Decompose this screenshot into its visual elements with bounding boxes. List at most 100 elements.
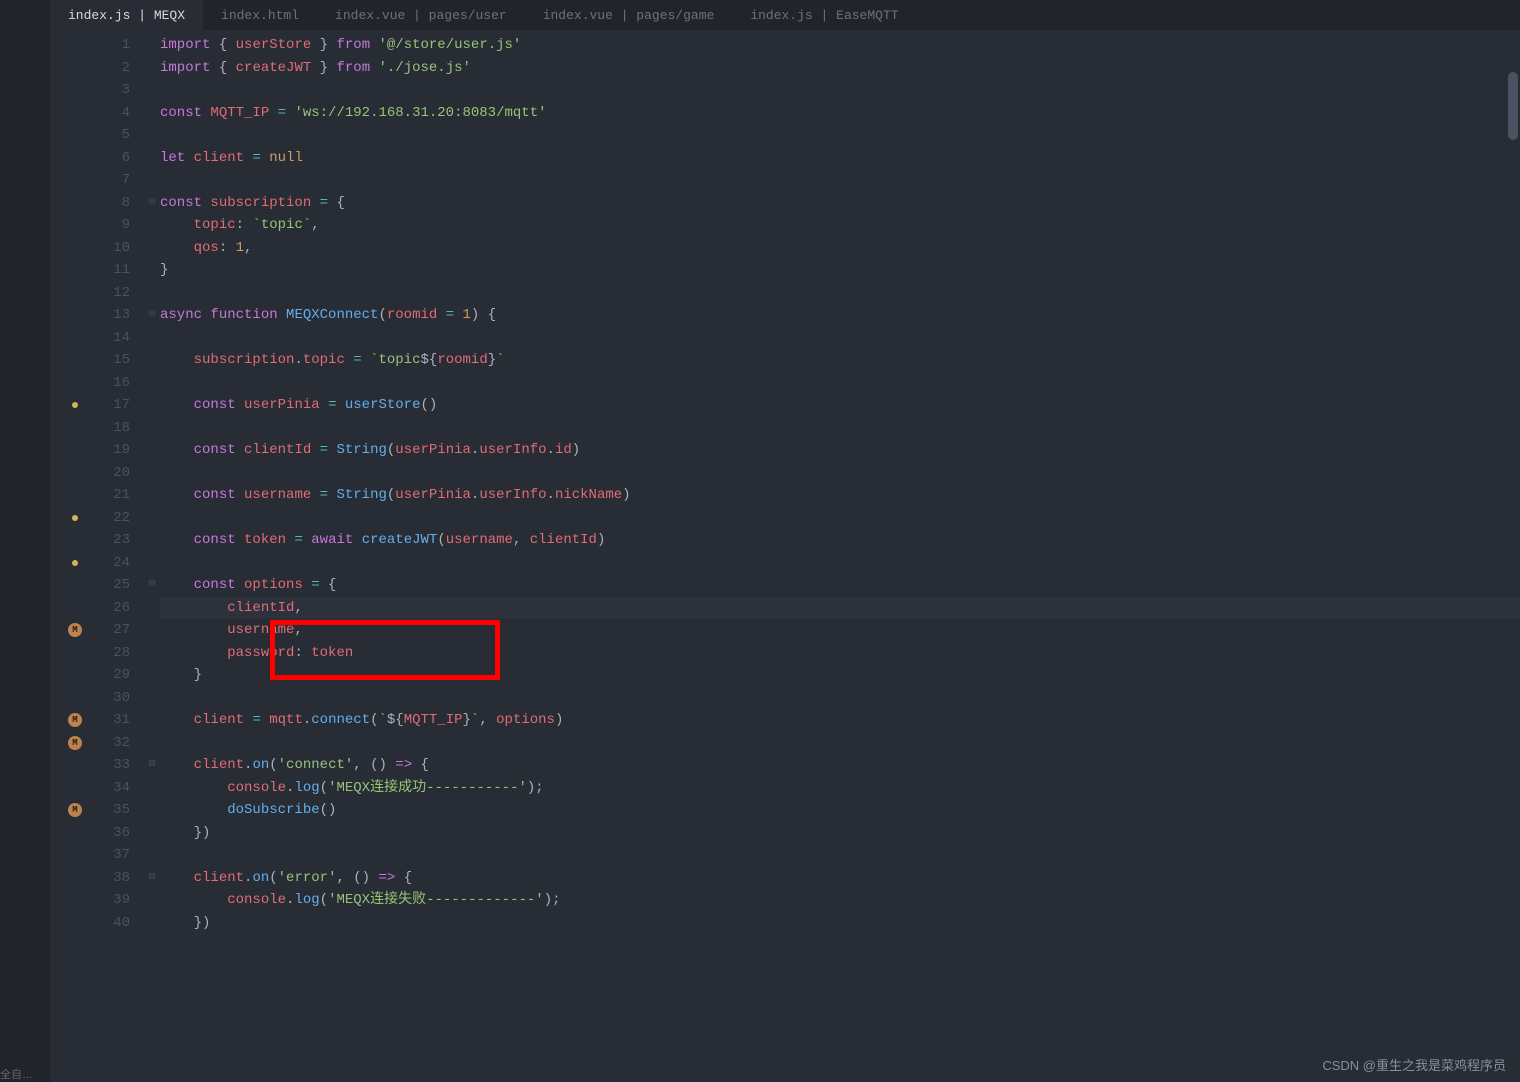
gutter-marker-row xyxy=(50,529,100,552)
fold-indicator xyxy=(144,439,160,462)
line-number: 40 xyxy=(100,912,130,935)
code-line[interactable]: const username = String(userPinia.userIn… xyxy=(160,484,1520,507)
fold-gutter: ⊟ ⊟ ⊟ ⊟ ⊟ xyxy=(144,34,160,1082)
code-line[interactable] xyxy=(160,79,1520,102)
gutter-marker-row xyxy=(50,349,100,372)
code-line[interactable]: console.log('MEQX连接成功-----------'); xyxy=(160,777,1520,800)
gutter-marker-row xyxy=(50,417,100,440)
code-line[interactable]: client.on('connect', () => { xyxy=(160,754,1520,777)
fold-indicator xyxy=(144,259,160,282)
code-line[interactable]: password: token xyxy=(160,642,1520,665)
gutter-marker-row xyxy=(50,327,100,350)
gutter-marker-row xyxy=(50,912,100,935)
fold-indicator[interactable]: ⊟ xyxy=(144,192,160,215)
fold-indicator xyxy=(144,484,160,507)
fold-indicator xyxy=(144,822,160,845)
code-line[interactable] xyxy=(160,282,1520,305)
tab-0[interactable]: index.js | MEQX xyxy=(50,0,203,30)
tab-3[interactable]: index.vue | pages/game xyxy=(525,0,733,30)
fold-indicator[interactable]: ⊟ xyxy=(144,304,160,327)
code-line[interactable]: import { userStore } from '@/store/user.… xyxy=(160,34,1520,57)
fold-indicator xyxy=(144,237,160,260)
tab-2[interactable]: index.vue | pages/user xyxy=(317,0,525,30)
code-editor[interactable]: MMMM 12345678910111213141516171819202122… xyxy=(50,30,1520,1082)
line-number: 12 xyxy=(100,282,130,305)
line-number: 38 xyxy=(100,867,130,890)
modified-m-icon: M xyxy=(68,736,82,750)
code-area[interactable]: import { userStore } from '@/store/user.… xyxy=(160,34,1520,1082)
code-line[interactable] xyxy=(160,462,1520,485)
code-line[interactable]: topic: `topic`, xyxy=(160,214,1520,237)
gutter-marker-row xyxy=(50,282,100,305)
code-line[interactable]: console.log('MEQX连接失败-------------'); xyxy=(160,889,1520,912)
gutter-marker-row xyxy=(50,192,100,215)
fold-indicator xyxy=(144,214,160,237)
gutter-marker-row xyxy=(50,462,100,485)
code-line[interactable] xyxy=(160,844,1520,867)
gutter-marker-row xyxy=(50,214,100,237)
line-number: 32 xyxy=(100,732,130,755)
code-line[interactable]: import { createJWT } from './jose.js' xyxy=(160,57,1520,80)
code-line[interactable]: doSubscribe() xyxy=(160,799,1520,822)
code-line[interactable]: client.on('error', () => { xyxy=(160,867,1520,890)
code-line[interactable]: clientId, xyxy=(160,597,1520,620)
tab-4[interactable]: index.js | EaseMQTT xyxy=(732,0,916,30)
code-line[interactable] xyxy=(160,169,1520,192)
fold-indicator[interactable]: ⊟ xyxy=(144,754,160,777)
code-line[interactable]: username, xyxy=(160,619,1520,642)
fold-indicator[interactable]: ⊟ xyxy=(144,574,160,597)
code-line[interactable] xyxy=(160,732,1520,755)
fold-indicator xyxy=(144,327,160,350)
line-number: 20 xyxy=(100,462,130,485)
fold-indicator xyxy=(144,507,160,530)
gutter-marker-row xyxy=(50,664,100,687)
gutter-marker-row xyxy=(50,844,100,867)
code-line[interactable]: subscription.topic = `topic${roomid}` xyxy=(160,349,1520,372)
fold-indicator xyxy=(144,529,160,552)
gutter-marker-row xyxy=(50,889,100,912)
line-number: 3 xyxy=(100,79,130,102)
code-line[interactable]: async function MEQXConnect(roomid = 1) { xyxy=(160,304,1520,327)
code-line[interactable]: const clientId = String(userPinia.userIn… xyxy=(160,439,1520,462)
code-line[interactable]: const userPinia = userStore() xyxy=(160,394,1520,417)
code-line[interactable] xyxy=(160,124,1520,147)
code-line[interactable] xyxy=(160,552,1520,575)
code-line[interactable]: let client = null xyxy=(160,147,1520,170)
vertical-scrollbar[interactable] xyxy=(1508,72,1518,140)
fold-indicator xyxy=(144,799,160,822)
code-line[interactable] xyxy=(160,417,1520,440)
fold-indicator xyxy=(144,912,160,935)
code-line[interactable] xyxy=(160,327,1520,350)
gutter-marker-row xyxy=(50,169,100,192)
code-line[interactable]: const subscription = { xyxy=(160,192,1520,215)
gutter-marker-row xyxy=(50,507,100,530)
code-line[interactable] xyxy=(160,687,1520,710)
tab-bar: index.js | MEQXindex.htmlindex.vue | pag… xyxy=(50,0,1520,30)
line-number: 29 xyxy=(100,664,130,687)
code-line[interactable]: const token = await createJWT(username, … xyxy=(160,529,1520,552)
fold-indicator xyxy=(144,664,160,687)
code-line[interactable]: } xyxy=(160,664,1520,687)
fold-indicator[interactable]: ⊟ xyxy=(144,867,160,890)
gutter-marker-row xyxy=(50,57,100,80)
code-line[interactable]: const MQTT_IP = 'ws://192.168.31.20:8083… xyxy=(160,102,1520,125)
code-line[interactable]: }) xyxy=(160,912,1520,935)
line-number: 16 xyxy=(100,372,130,395)
code-line[interactable]: qos: 1, xyxy=(160,237,1520,260)
code-line[interactable]: const options = { xyxy=(160,574,1520,597)
gutter-marker-row xyxy=(50,372,100,395)
code-line[interactable]: }) xyxy=(160,822,1520,845)
code-line[interactable] xyxy=(160,507,1520,530)
tab-1[interactable]: index.html xyxy=(203,0,317,30)
code-line[interactable] xyxy=(160,372,1520,395)
fold-indicator xyxy=(144,34,160,57)
code-line[interactable]: client = mqtt.connect(`${MQTT_IP}`, opti… xyxy=(160,709,1520,732)
line-number: 25 xyxy=(100,574,130,597)
fold-indicator xyxy=(144,462,160,485)
modified-dot-icon xyxy=(72,402,78,408)
gutter-marker-row xyxy=(50,867,100,890)
gutter-marker-row xyxy=(50,147,100,170)
fold-indicator xyxy=(144,619,160,642)
fold-indicator xyxy=(144,79,160,102)
code-line[interactable]: } xyxy=(160,259,1520,282)
